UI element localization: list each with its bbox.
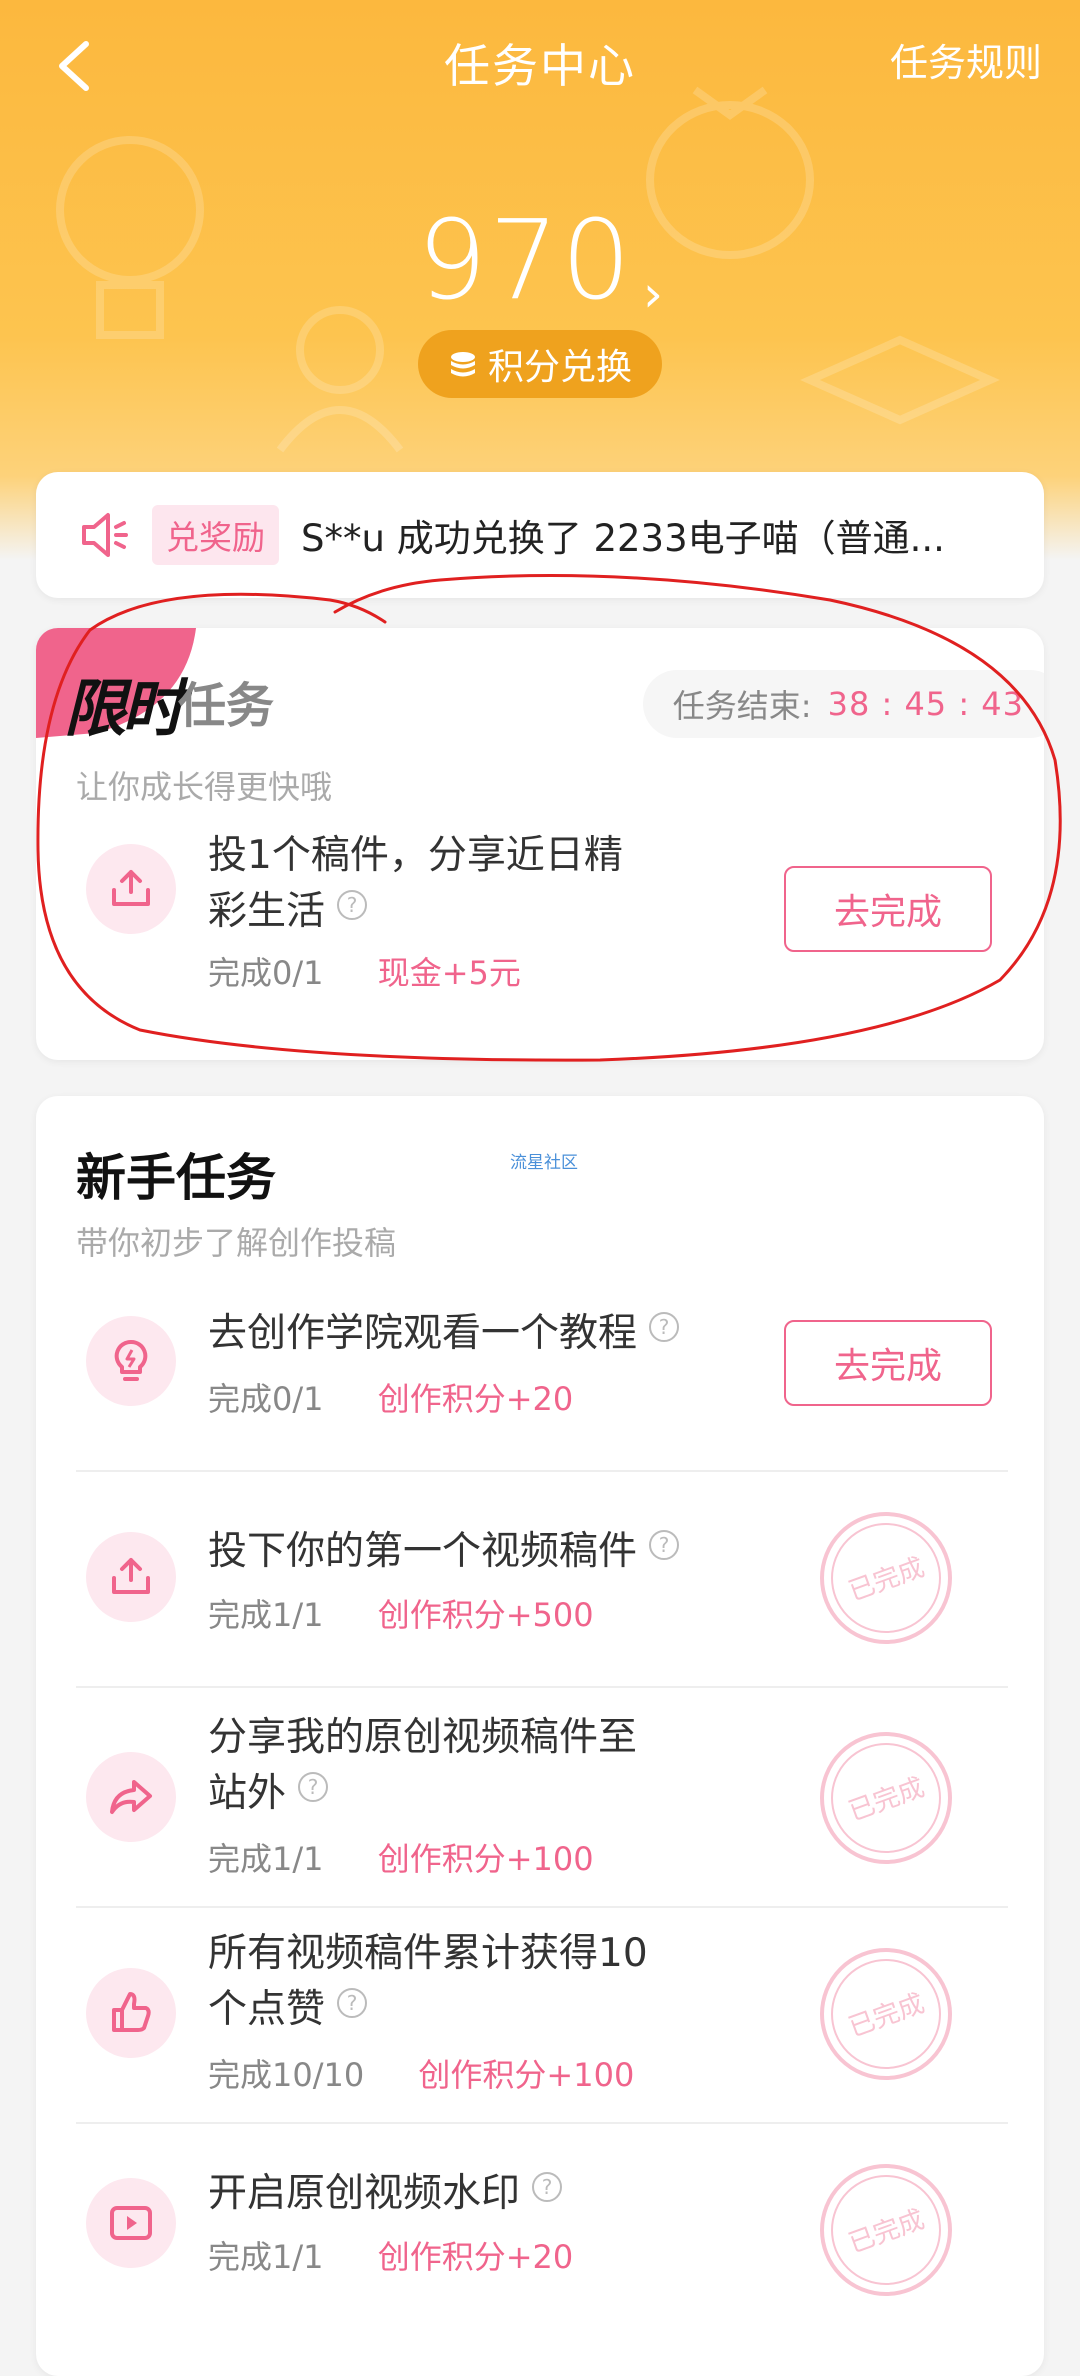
thumbs-up-icon (86, 1968, 176, 2058)
help-icon[interactable]: ? (532, 2172, 563, 2202)
completed-stamp: 已完成 (820, 1732, 952, 1864)
notice-message: S**u 成功兑换了 2233电子喵（普通... (301, 517, 945, 560)
limited-logo: 限时 (64, 672, 184, 745)
svg-text:已完成: 已完成 (845, 1772, 929, 1827)
limited-go-complete-button[interactable]: 去完成 (784, 866, 992, 952)
chevron-right-icon: › (642, 264, 663, 323)
completed-stamp: 已完成 (820, 1948, 952, 2080)
task-progress: 完成0/1 (208, 1380, 324, 1418)
points-value: 970 (417, 196, 633, 324)
svg-text:已完成: 已完成 (845, 1552, 929, 1607)
task-reward: 创作积分+500 (377, 1596, 594, 1634)
lightbulb-icon (86, 1316, 176, 1406)
upload-icon (86, 844, 176, 934)
completed-stamp: 已完成 (820, 1512, 952, 1644)
reward-notice-bar[interactable]: 兑奖励 S**u 成功兑换了 2233电子喵（普通... (36, 472, 1044, 598)
task-timer: 任务结束: 38 : 45 : 43 (642, 670, 1044, 738)
task-reward: 创作积分+100 (418, 2056, 635, 2094)
svg-text:已完成: 已完成 (845, 1988, 929, 2043)
newbie-go-complete-button[interactable]: 去完成 (784, 1320, 992, 1406)
newbie-task-meta: 完成0/1 创作积分+20 (208, 1374, 573, 1420)
task-rules-link[interactable]: 任务规则 (890, 32, 1042, 87)
newbie-task-meta: 完成1/1 创作积分+100 (208, 1834, 594, 1880)
points-display[interactable]: 970 › (0, 196, 1080, 324)
divider (76, 1906, 1008, 1908)
newbie-task-title: 开启原创视频水印? (208, 2166, 728, 2222)
limited-title: 任务 (178, 678, 275, 734)
task-reward: 创作积分+20 (377, 1380, 574, 1418)
newbie-subtitle: 带你初步了解创作投稿 (76, 1224, 397, 1262)
graduation-cap-decoration-icon (800, 335, 1000, 425)
newbie-title: 新手任务 (76, 1149, 276, 1207)
coin-stack-icon (450, 352, 475, 377)
help-icon[interactable]: ? (337, 890, 368, 920)
timer-value: 38 : 45 : 43 (827, 685, 1024, 723)
help-icon[interactable]: ? (649, 1530, 680, 1560)
limited-task-meta: 完成0/1 现金+5元 (208, 948, 521, 994)
newbie-task-title: 投下你的第一个视频稿件? (208, 1524, 728, 1580)
newbie-tasks-card: 新手任务 流星社区 带你初步了解创作投稿 去创作学院观看一个教程? 完成0/1 … (36, 1096, 1044, 2376)
task-reward: 现金+5元 (377, 954, 521, 992)
task-reward: 创作积分+20 (377, 2238, 574, 2276)
svg-text:已完成: 已完成 (845, 2204, 929, 2259)
points-exchange-label: 积分兑换 (487, 347, 632, 388)
help-icon[interactable]: ? (649, 1312, 680, 1342)
task-reward: 创作积分+100 (377, 1840, 594, 1878)
newbie-task-meta: 完成1/1 创作积分+20 (208, 2232, 573, 2278)
divider (76, 2122, 1008, 2124)
task-progress: 完成0/1 (208, 954, 324, 992)
video-icon (86, 2178, 176, 2268)
completed-stamp: 已完成 (820, 2164, 952, 2296)
person-decoration-icon (276, 306, 404, 453)
newbie-task-title: 所有视频稿件累计获得10个点赞? (208, 1931, 648, 2032)
share-icon (86, 1752, 176, 1842)
help-icon[interactable]: ? (337, 1988, 368, 2018)
notice-tag: 兑奖励 (152, 505, 279, 565)
points-exchange-button[interactable]: 积分兑换 (418, 330, 662, 398)
newbie-task-meta: 完成1/1 创作积分+500 (208, 1590, 594, 1636)
limited-subtitle: 让你成长得更快哦 (76, 768, 333, 806)
limited-time-task-card: 限时 任务 任务结束: 38 : 45 : 43 让你成长得更快哦 投1个稿件，… (36, 628, 1044, 1060)
upload-icon (86, 1532, 176, 1622)
newbie-task-title: 分享我的原创视频稿件至站外? (208, 1715, 638, 1816)
help-icon[interactable]: ? (298, 1772, 329, 1802)
divider (76, 1470, 1008, 1472)
speaker-icon (82, 513, 128, 557)
divider (76, 1686, 1008, 1688)
limited-task-title: 投1个稿件，分享近日精彩生活? (208, 833, 623, 934)
timer-label: 任务结束: (672, 687, 812, 725)
task-progress: 完成1/1 (208, 2238, 324, 2276)
task-progress: 完成10/10 (208, 2056, 365, 2094)
task-progress: 完成1/1 (208, 1840, 324, 1878)
task-progress: 完成1/1 (208, 1596, 324, 1634)
newbie-task-meta: 完成10/10 创作积分+100 (208, 2050, 634, 2096)
newbie-task-title: 去创作学院观看一个教程? (208, 1306, 728, 1362)
watermark-text: 流星社区 (510, 1153, 578, 1173)
